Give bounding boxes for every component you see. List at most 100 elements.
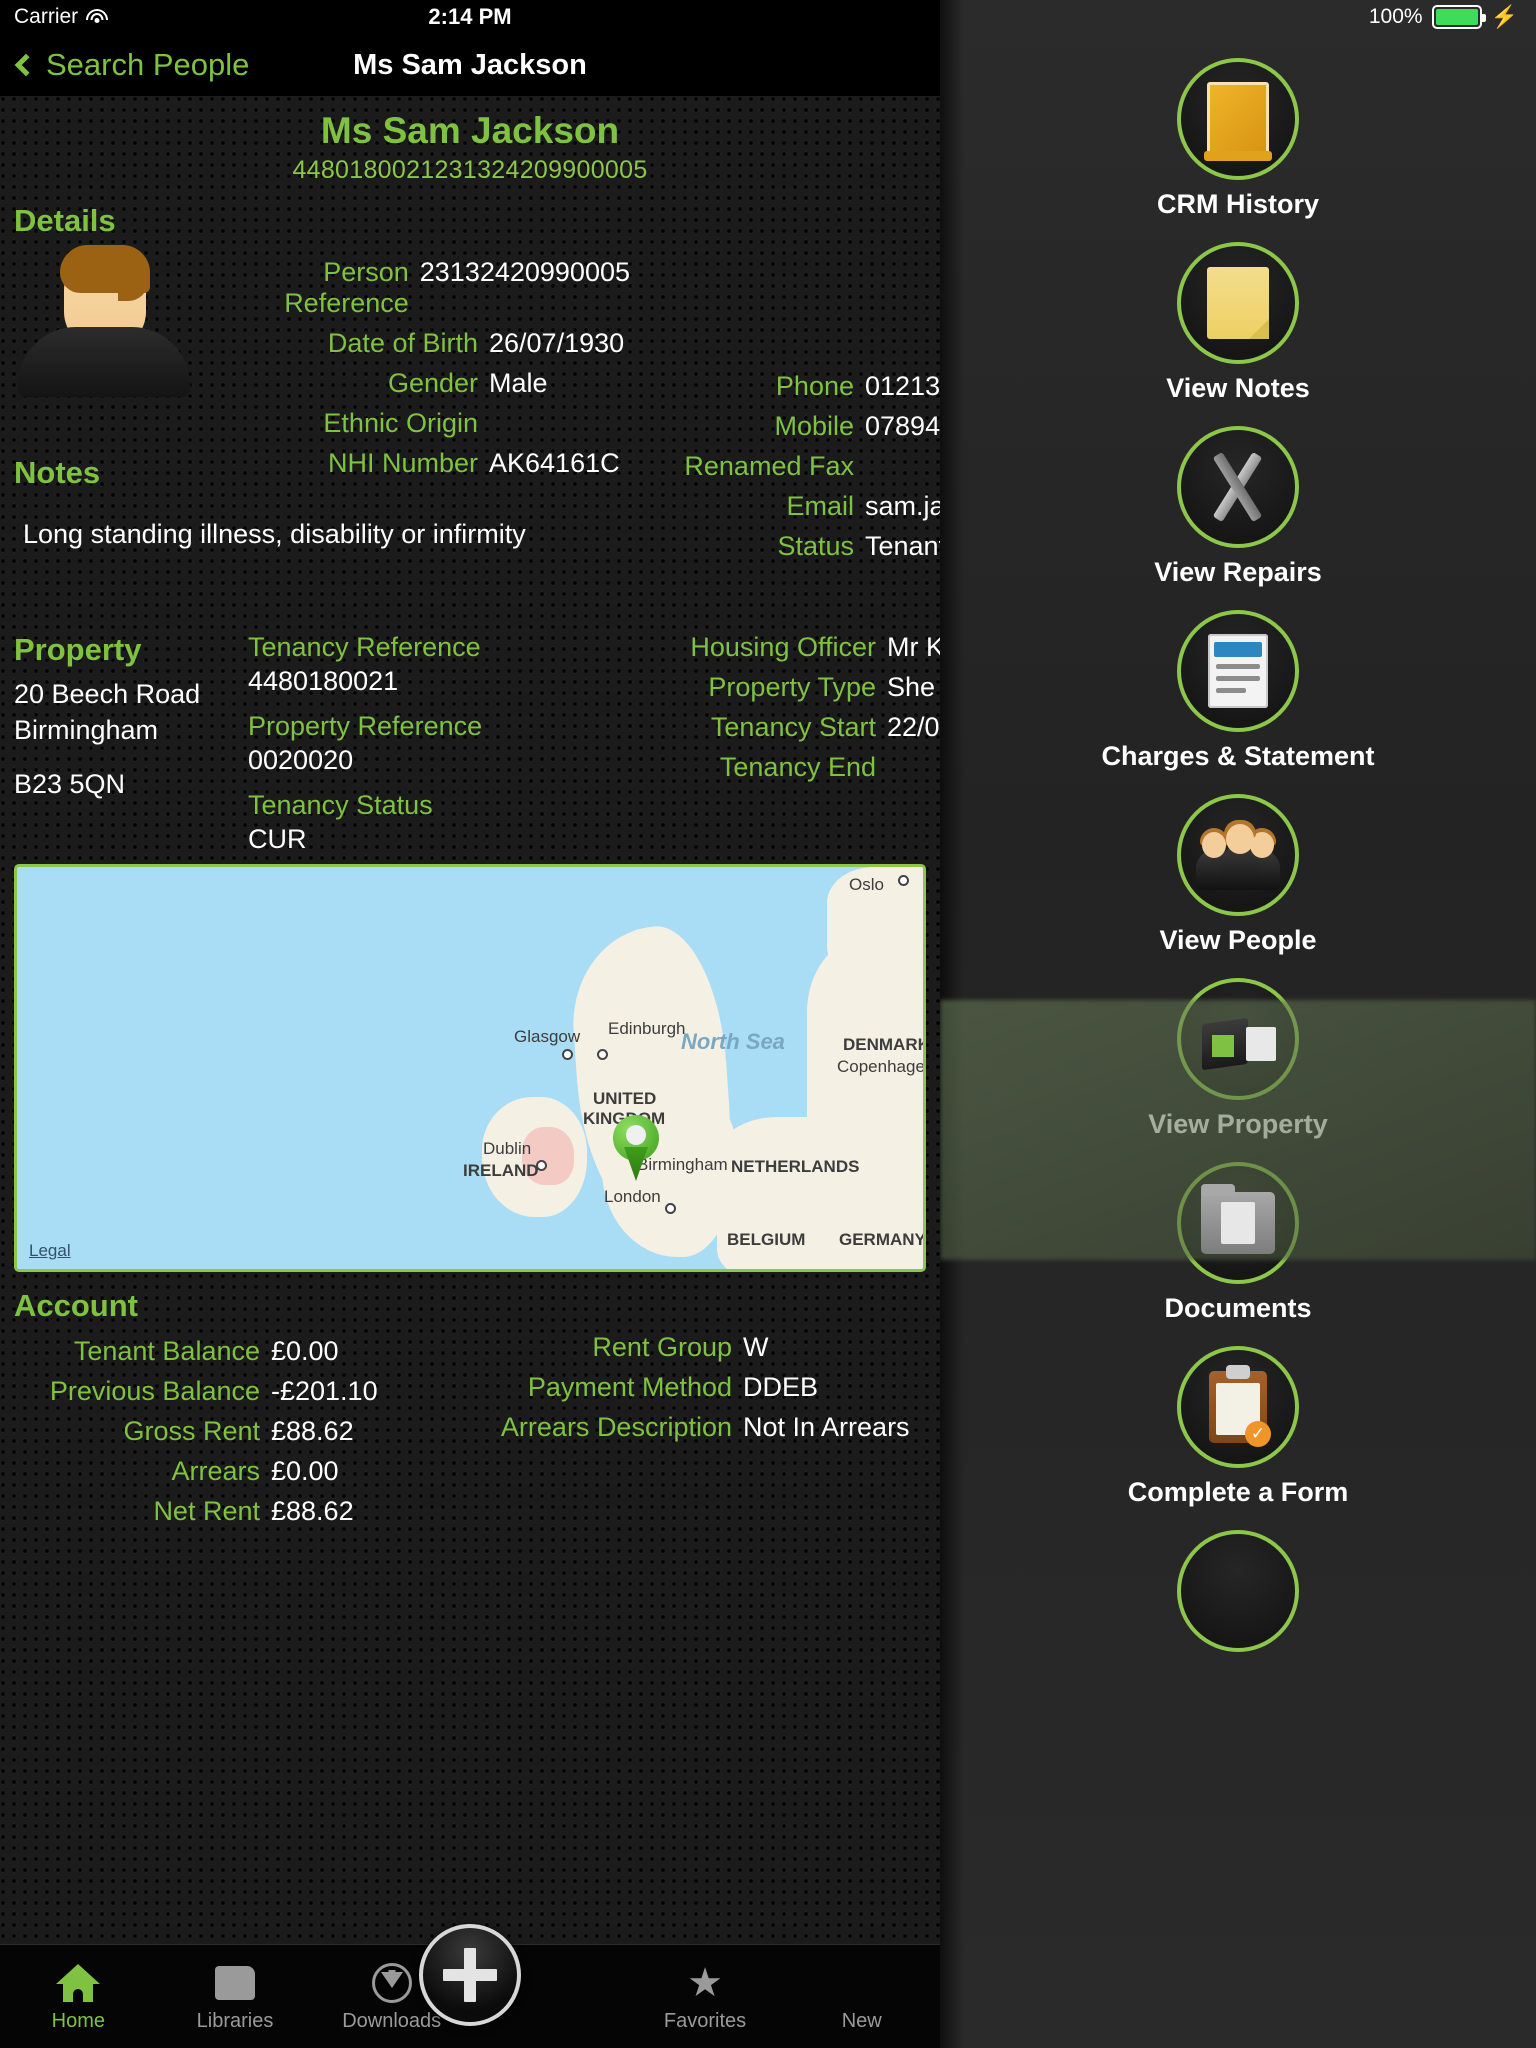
detail-row: Mobile 07894: [636, 411, 940, 442]
map-label: Copenhagen: [837, 1057, 926, 1076]
property-location-map[interactable]: Oslo Glasgow Edinburgh North Sea DENMARK Cope…: [14, 864, 926, 1272]
detail-label: Ethnic Origin: [323, 408, 478, 438]
map-label: NETHERLANDS: [731, 1157, 860, 1176]
account-label: Net Rent: [153, 1496, 260, 1526]
map-label: Glasgow: [514, 1027, 581, 1046]
scroll-content[interactable]: Ms Sam Jackson 4480180021231324209900005…: [0, 96, 940, 1944]
wifi-icon: [86, 9, 109, 25]
account-row: Tenant Balance £0.00: [40, 1336, 460, 1367]
account-value: DDEB: [743, 1372, 819, 1402]
property-row: Property Type She: [600, 672, 940, 703]
account-row: Gross Rent £88.62: [40, 1416, 460, 1447]
map-label: DENMARK: [843, 1035, 926, 1054]
account-row: Rent Group W: [470, 1332, 940, 1363]
account-right-column: Rent Group W Payment Method DDEB Arrears…: [470, 1332, 940, 1452]
home-icon: [0, 1960, 157, 2006]
property-right-column: Housing Officer Mr K Property Type She T…: [600, 632, 940, 792]
tab-new[interactable]: New: [783, 1960, 940, 2033]
app-root: Carrier 2:14 PM Search People Ms Sam Jac…: [0, 0, 1536, 2048]
menu-item-label: View People: [1159, 925, 1317, 955]
menu-item-label: View Repairs: [1154, 557, 1322, 587]
account-row: Arrears Description Not In Arrears: [470, 1412, 940, 1443]
status-bar: Carrier 2:14 PM: [0, 0, 940, 34]
account-section: Account Tenant Balance £0.00 Previous Ba…: [0, 1288, 940, 1526]
drawer-menu-list: CRM History View Notes View Repairs Char…: [940, 34, 1536, 1652]
detail-label: Date of Birth: [327, 328, 478, 358]
property-label: Tenancy End: [719, 752, 876, 782]
menu-item-next[interactable]: [940, 1530, 1536, 1652]
menu-item-charges-statement[interactable]: Charges & Statement: [940, 610, 1536, 772]
notes-body: Long standing illness, disability or inf…: [23, 519, 526, 549]
navigation-bar: Search People Ms Sam Jackson: [0, 34, 940, 96]
account-row: Payment Method DDEB: [470, 1372, 940, 1403]
notes-section: Notes Long standing illness, disability …: [14, 455, 940, 550]
detail-row: Date of Birth 26/07/1930: [210, 328, 630, 359]
tab-libraries[interactable]: Libraries: [157, 1960, 314, 2033]
account-heading: Account: [14, 1288, 138, 1323]
menu-item-label: CRM History: [1156, 189, 1319, 219]
detail-label: Mobile: [774, 411, 854, 441]
map-label: GERMANY: [839, 1230, 926, 1249]
star-icon: ★: [687, 1961, 723, 2005]
property-label: Housing Officer: [690, 632, 876, 662]
next-item-icon: [1177, 1530, 1299, 1652]
person-avatar-icon: [18, 245, 190, 397]
tab-label: New: [841, 2010, 882, 2032]
account-label: Payment Method: [527, 1372, 732, 1402]
account-value: £0.00: [271, 1336, 339, 1366]
account-value: £0.00: [271, 1456, 339, 1486]
account-label: Tenant Balance: [73, 1336, 260, 1366]
detail-value: 26/07/1930: [489, 328, 625, 358]
details-heading: Details: [14, 203, 116, 238]
menu-item-complete-a-form[interactable]: ✓ Complete a Form: [940, 1346, 1536, 1508]
map-label: Oslo: [849, 875, 884, 894]
account-row: Previous Balance -£201.10: [40, 1376, 460, 1407]
account-value: £88.62: [271, 1496, 354, 1526]
menu-item-label: Documents: [1164, 1293, 1312, 1323]
detail-value: Male: [489, 368, 548, 398]
map-pin-icon: [613, 1115, 659, 1181]
tab-home[interactable]: Home: [0, 1960, 157, 2033]
sticky-note-icon: [1177, 242, 1299, 364]
clipboard-check-icon: ✓: [1177, 1346, 1299, 1468]
account-label: Previous Balance: [49, 1376, 260, 1406]
menu-item-label: Charges & Statement: [1101, 741, 1375, 771]
side-menu-drawer: 100% ⚡ CRM History View Notes View Repai…: [940, 0, 1536, 2048]
add-button[interactable]: [419, 1924, 521, 2026]
tab-favorites[interactable]: ★ Favorites: [627, 1960, 784, 2033]
map-legal-link[interactable]: Legal: [29, 1241, 71, 1261]
menu-item-crm-history[interactable]: CRM History: [940, 58, 1536, 220]
property-value: 22/0: [887, 712, 940, 742]
detail-value: 012132: [865, 371, 940, 401]
map-city-dot: [898, 875, 909, 886]
menu-item-view-people[interactable]: View People: [940, 794, 1536, 956]
map-label: London: [604, 1187, 661, 1206]
people-icon: [1177, 794, 1299, 916]
account-label: Rent Group: [592, 1332, 732, 1362]
property-label: Tenancy Start: [710, 712, 876, 742]
notes-heading: Notes: [14, 455, 101, 490]
account-value: Not In Arrears: [743, 1412, 910, 1442]
menu-item-view-repairs[interactable]: View Repairs: [940, 426, 1536, 588]
document-icon: [1177, 610, 1299, 732]
property-heading: Property: [14, 632, 142, 667]
person-reference-long: 4480180021231324209900005: [292, 156, 648, 184]
account-row: Net Rent £88.62: [40, 1496, 460, 1527]
back-button[interactable]: Search People: [0, 47, 249, 83]
property-value: CUR: [248, 824, 307, 854]
property-label: Property Type: [708, 672, 876, 702]
map-label: UNITED: [593, 1089, 657, 1108]
folder-icon: [157, 1960, 314, 2006]
detail-label: Gender: [387, 368, 478, 398]
account-left-column: Tenant Balance £0.00 Previous Balance -£…: [40, 1336, 460, 1536]
status-bar-time: 2:14 PM: [428, 4, 512, 29]
map-label: BELGIUM: [727, 1230, 806, 1249]
account-value: -£201.10: [271, 1376, 378, 1406]
menu-item-view-notes[interactable]: View Notes: [940, 242, 1536, 404]
carrier-label: Carrier: [14, 5, 79, 28]
detail-value: 07894: [865, 411, 940, 441]
drawer-status-bar: 100% ⚡: [940, 0, 1536, 34]
detail-row: Phone 012132: [636, 371, 940, 402]
menu-item-label: View Notes: [1166, 373, 1310, 403]
map-city-dot: [597, 1049, 608, 1060]
